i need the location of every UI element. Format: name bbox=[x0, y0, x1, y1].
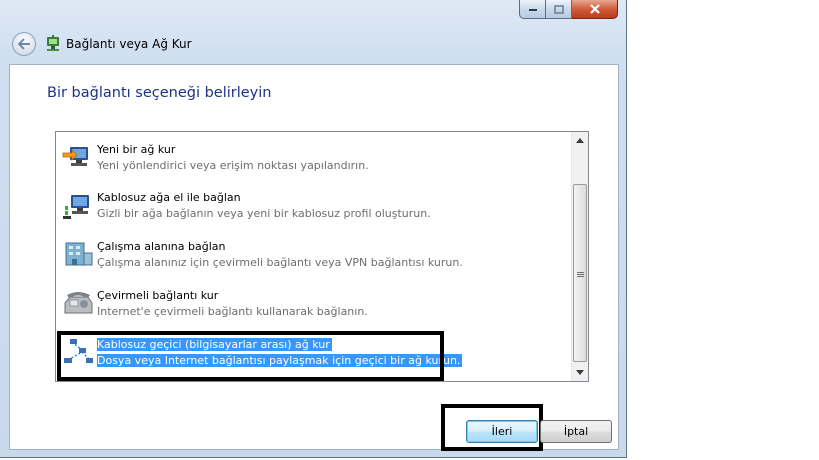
scrollbar-thumb[interactable] bbox=[573, 184, 587, 362]
annotation-highlight-option bbox=[57, 331, 444, 381]
minimize-icon bbox=[528, 9, 537, 11]
window-controls bbox=[519, 0, 618, 20]
dialup-phone-icon bbox=[64, 292, 93, 314]
option-connect-workplace[interactable]: Çalışma alanına bağlan Çalışma alanınız … bbox=[59, 234, 569, 280]
maximize-button[interactable] bbox=[546, 0, 572, 19]
maximize-icon bbox=[553, 4, 564, 14]
option-description: Gizli bir ağa bağlanın veya yeni bir kab… bbox=[97, 207, 431, 220]
workplace-vpn-icon bbox=[65, 242, 93, 266]
cancel-button[interactable]: İptal bbox=[540, 420, 612, 443]
back-arrow-icon bbox=[17, 38, 30, 50]
option-description: Çalışma alanınız için çevirmeli bağlantı… bbox=[97, 256, 463, 269]
options-scrollbar[interactable] bbox=[571, 132, 588, 381]
option-description: Internet'e çevirmeli bağlantı kullanarak… bbox=[97, 305, 368, 318]
option-title: Kablosuz ağa el ile bağlan bbox=[97, 191, 241, 204]
close-icon bbox=[589, 4, 600, 14]
wireless-network-icon bbox=[63, 195, 89, 219]
page-heading: Bir bağlantı seçeneği belirleyin bbox=[47, 85, 272, 101]
option-setup-new-network[interactable]: Yeni bir ağ kur Yeni yönlendirici veya e… bbox=[59, 137, 569, 183]
scrollbar-grip-icon bbox=[577, 272, 584, 273]
chevron-down-icon bbox=[576, 370, 584, 375]
option-title: Yeni bir ağ kur bbox=[97, 143, 176, 156]
minimize-button[interactable] bbox=[519, 0, 546, 19]
wizard-window: Bağlantı veya Ağ Kur Bir bağlantı seçene… bbox=[0, 0, 627, 458]
close-button[interactable] bbox=[572, 0, 618, 19]
network-setup-icon bbox=[62, 147, 88, 166]
back-button[interactable] bbox=[12, 32, 36, 56]
next-button[interactable]: İleri bbox=[466, 420, 538, 443]
network-wizard-icon bbox=[47, 35, 59, 51]
window-title: Bağlantı veya Ağ Kur bbox=[66, 37, 192, 51]
scroll-down-button[interactable] bbox=[572, 364, 588, 381]
option-description: Yeni yönlendirici veya erişim noktası ya… bbox=[97, 159, 369, 172]
chevron-up-icon bbox=[576, 138, 584, 143]
scroll-up-button[interactable] bbox=[572, 132, 588, 149]
option-manual-wireless[interactable]: Kablosuz ağa el ile bağlan Gizli bir ağa… bbox=[59, 185, 569, 231]
option-title: Çevirmeli bağlantı kur bbox=[97, 289, 219, 302]
option-title: Çalışma alanına bağlan bbox=[97, 240, 226, 253]
option-dialup[interactable]: Çevirmeli bağlantı kur Internet'e çevirm… bbox=[59, 283, 569, 329]
